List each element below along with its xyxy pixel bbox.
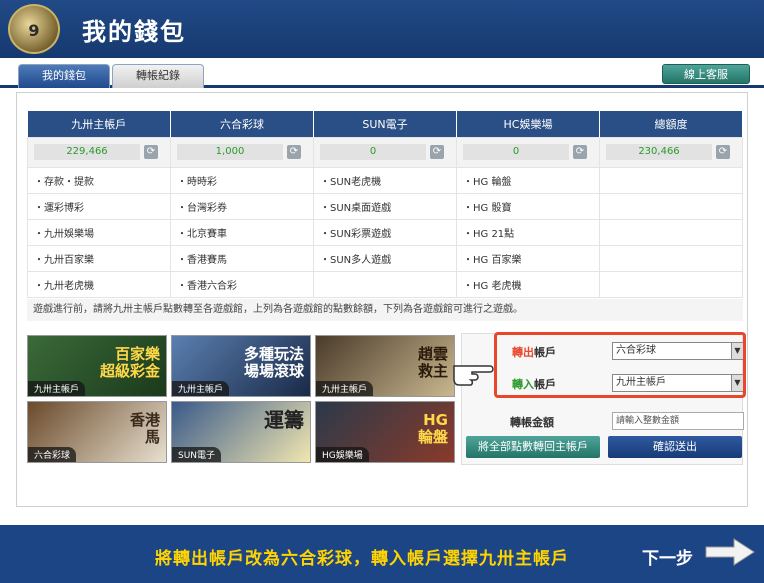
game-link[interactable]: ・時時彩: [170, 166, 314, 194]
tile-sports[interactable]: 多種玩法 場場滾球 九卅主帳戶: [171, 335, 311, 397]
wallet-note: 遊戲進行前，請將九卅主帳戶點數轉至各遊戲館，上列為各遊戲館的點數餘額，下列為各遊…: [27, 299, 743, 321]
balance-value: 1,000: [177, 144, 283, 160]
tile-sun-electronic[interactable]: 運籌 SUN電子: [171, 401, 311, 463]
empty-cell: [599, 244, 743, 272]
game-link[interactable]: ・SUN多人遊戲: [313, 244, 457, 272]
game-link[interactable]: ・運彩博彩: [27, 192, 171, 220]
column-header: 總額度: [599, 111, 743, 137]
logo: 9: [8, 4, 60, 54]
game-link[interactable]: ・HG 老虎機: [456, 270, 600, 298]
table-row: ・九卅老虎機 ・香港六合彩 ・HG 老虎機: [27, 270, 743, 298]
refresh-icon[interactable]: ⟳: [287, 145, 301, 159]
game-link[interactable]: ・香港賽馬: [170, 244, 314, 272]
total-balance-value: 230,466: [606, 144, 712, 160]
tab-bar: 我的錢包 轉帳紀錄 線上客服: [0, 58, 764, 88]
game-link[interactable]: ・存款・提款: [27, 166, 171, 194]
tile-label: 九卅主帳戶: [28, 381, 86, 396]
balance-value: 0: [320, 144, 426, 160]
tile-zhaoyun[interactable]: 趙雲 救主 九卅主帳戶: [315, 335, 455, 397]
header-bar: 9 我的錢包: [0, 0, 764, 58]
game-link[interactable]: ・SUN桌面遊戲: [313, 192, 457, 220]
table-row: ・九卅百家樂 ・香港賽馬 ・SUN多人遊戲 ・HG 百家樂: [27, 244, 743, 272]
tile-title: 香港 馬: [129, 411, 160, 446]
empty-cell: [599, 166, 743, 194]
column-header: 六合彩球: [170, 111, 314, 137]
table-row: ・存款・提款 ・時時彩 ・SUN老虎機 ・HG 輪盤: [27, 166, 743, 194]
tile-baccarat[interactable]: 百家樂 超級彩金 九卅主帳戶: [27, 335, 167, 397]
balance-value: 229,466: [34, 144, 140, 160]
column-header: 九卅主帳戶: [27, 111, 171, 137]
refresh-icon[interactable]: ⟳: [430, 145, 444, 159]
game-link[interactable]: ・九卅娛樂場: [27, 218, 171, 246]
highlight-box: [494, 332, 746, 398]
game-link[interactable]: ・香港六合彩: [170, 270, 314, 298]
tile-hg-roulette[interactable]: HG 輪盤 HG娛樂場: [315, 401, 455, 463]
tile-label: 九卅主帳戶: [172, 381, 230, 396]
game-link[interactable]: ・SUN彩票遊戲: [313, 218, 457, 246]
tile-title: 趙雲 救主: [417, 345, 448, 380]
empty-cell: [599, 218, 743, 246]
refresh-icon[interactable]: ⟳: [573, 145, 587, 159]
refresh-icon[interactable]: ⟳: [144, 145, 158, 159]
transfer-amount-input[interactable]: 請輸入整數金額: [612, 412, 744, 430]
tile-title: 運籌: [264, 408, 304, 432]
tab-transfer-log[interactable]: 轉帳紀錄: [112, 64, 204, 88]
page-title: 我的錢包: [82, 18, 186, 46]
empty-cell: [599, 270, 743, 298]
game-link[interactable]: ・HG 百家樂: [456, 244, 600, 272]
game-link[interactable]: ・九卅老虎機: [27, 270, 171, 298]
instruction-text: 將轉出帳戶改為六合彩球，轉入帳戶選擇九卅主帳戶: [155, 549, 569, 569]
transfer-amount-label: 轉帳金額: [510, 416, 554, 429]
transfer-all-button[interactable]: 將全部點數轉回主帳戶: [466, 436, 600, 458]
column-header: SUN電子: [313, 111, 457, 137]
empty-cell: [599, 192, 743, 220]
game-link[interactable]: ・HG 輪盤: [456, 166, 600, 194]
tile-title: 多種玩法 場場滾球: [243, 345, 304, 380]
tile-horse-racing[interactable]: 香港 馬 六合彩球: [27, 401, 167, 463]
next-step-label[interactable]: 下一步: [642, 544, 693, 569]
tile-title: HG 輪盤: [417, 411, 448, 446]
table-header-row: 九卅主帳戶 六合彩球 SUN電子 HC娛樂場 總額度: [27, 111, 743, 137]
column-header: HC娛樂場: [456, 111, 600, 137]
next-arrow-icon[interactable]: [704, 537, 756, 567]
tile-label: 六合彩球: [28, 447, 77, 462]
refresh-icon[interactable]: ⟳: [716, 145, 730, 159]
balance-row: 229,466 ⟳ 1,000 ⟳ 0 ⟳ 0 ⟳ 230,466 ⟳: [27, 136, 743, 168]
game-link[interactable]: ・HG 骰寶: [456, 192, 600, 220]
wallet-panel: 九卅主帳戶 六合彩球 SUN電子 HC娛樂場 總額度 229,466 ⟳ 1,00…: [16, 92, 748, 507]
table-row: ・運彩博彩 ・台灣彩券 ・SUN桌面遊戲 ・HG 骰寶: [27, 192, 743, 220]
tab-my-wallet[interactable]: 我的錢包: [18, 64, 110, 88]
game-link[interactable]: ・台灣彩券: [170, 192, 314, 220]
tile-label: 九卅主帳戶: [316, 381, 374, 396]
tile-label: SUN電子: [172, 447, 222, 462]
game-link[interactable]: ・SUN老虎機: [313, 166, 457, 194]
game-link[interactable]: ・北京賽車: [170, 218, 314, 246]
game-link[interactable]: ・HG 21點: [456, 218, 600, 246]
confirm-submit-button[interactable]: 確認送出: [608, 436, 742, 458]
online-service-button[interactable]: 線上客服: [662, 64, 750, 84]
balance-value: 0: [463, 144, 569, 160]
table-row: ・九卅娛樂場 ・北京賽車 ・SUN彩票遊戲 ・HG 21點: [27, 218, 743, 246]
game-link[interactable]: ・九卅百家樂: [27, 244, 171, 272]
empty-cell: [313, 270, 457, 298]
wallet-table: 九卅主帳戶 六合彩球 SUN電子 HC娛樂場 總額度 229,466 ⟳ 1,00…: [27, 111, 743, 298]
tile-label: HG娛樂場: [316, 447, 369, 462]
hand-pointer-icon: [453, 365, 494, 386]
tile-title: 百家樂 超級彩金: [99, 345, 160, 380]
